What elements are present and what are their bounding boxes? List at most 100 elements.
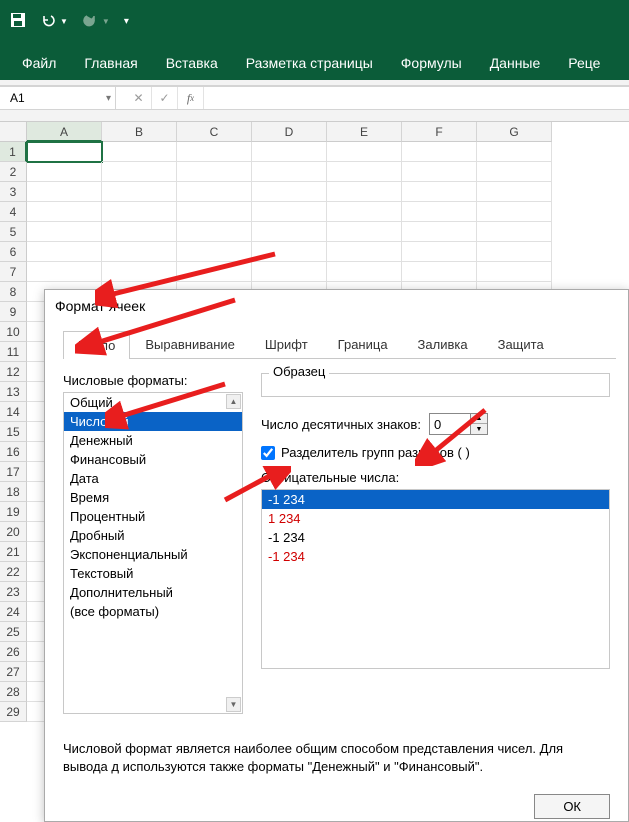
ribbon-tab-formulas[interactable]: Формулы — [387, 46, 476, 80]
row-header[interactable]: 16 — [0, 442, 27, 462]
ribbon-tab-home[interactable]: Главная — [70, 46, 151, 80]
scroll-down-icon[interactable]: ▼ — [226, 697, 241, 712]
negative-numbers-listbox[interactable]: -1 2341 234-1 234-1 234 — [261, 489, 610, 669]
cell[interactable] — [252, 162, 327, 182]
format-list-item[interactable]: Финансовый — [64, 450, 242, 469]
format-list-item[interactable]: Числовой — [64, 412, 242, 431]
row-header[interactable]: 2 — [0, 162, 27, 182]
cell[interactable] — [177, 182, 252, 202]
row-header[interactable]: 17 — [0, 462, 27, 482]
undo-dropdown-icon[interactable]: ▼ — [60, 17, 68, 26]
tab-border[interactable]: Граница — [323, 330, 403, 358]
negative-format-item[interactable]: -1 234 — [262, 490, 609, 509]
cell[interactable] — [327, 242, 402, 262]
cell[interactable] — [477, 142, 552, 162]
row-header[interactable]: 7 — [0, 262, 27, 282]
cell[interactable] — [27, 262, 102, 282]
row-header[interactable]: 8 — [0, 282, 27, 302]
row-header[interactable]: 10 — [0, 322, 27, 342]
qat-customize-icon[interactable]: ▾ — [124, 16, 129, 27]
cell[interactable] — [477, 202, 552, 222]
negative-format-item[interactable]: -1 234 — [262, 528, 609, 547]
column-header[interactable]: E — [327, 122, 402, 142]
column-header[interactable]: B — [102, 122, 177, 142]
cell[interactable] — [27, 242, 102, 262]
cell[interactable] — [477, 182, 552, 202]
cell[interactable] — [327, 142, 402, 162]
cell[interactable] — [327, 162, 402, 182]
cell[interactable] — [402, 242, 477, 262]
column-header[interactable]: A — [27, 122, 102, 142]
ribbon-tab-insert[interactable]: Вставка — [152, 46, 232, 80]
cell[interactable] — [402, 182, 477, 202]
row-header[interactable]: 4 — [0, 202, 27, 222]
row-header[interactable]: 19 — [0, 502, 27, 522]
cell[interactable] — [402, 142, 477, 162]
cell[interactable] — [402, 202, 477, 222]
format-list-item[interactable]: Текстовый — [64, 564, 242, 583]
cell[interactable] — [252, 142, 327, 162]
cell[interactable] — [477, 242, 552, 262]
row-header[interactable]: 25 — [0, 622, 27, 642]
cell[interactable] — [327, 182, 402, 202]
cell[interactable] — [252, 222, 327, 242]
cell[interactable] — [477, 162, 552, 182]
tab-font[interactable]: Шрифт — [250, 330, 323, 358]
format-list-item[interactable]: Процентный — [64, 507, 242, 526]
cell[interactable] — [402, 222, 477, 242]
format-list-item[interactable]: Дополнительный — [64, 583, 242, 602]
negative-format-item[interactable]: 1 234 — [262, 509, 609, 528]
cell[interactable] — [102, 202, 177, 222]
cell[interactable] — [327, 202, 402, 222]
format-list-item[interactable]: Время — [64, 488, 242, 507]
format-list-item[interactable]: Экспоненциальный — [64, 545, 242, 564]
format-list-item[interactable]: Денежный — [64, 431, 242, 450]
ribbon-tab-file[interactable]: Файл — [8, 46, 70, 80]
cell[interactable] — [252, 202, 327, 222]
ribbon-tab-page-layout[interactable]: Разметка страницы — [232, 46, 387, 80]
cell[interactable] — [477, 222, 552, 242]
ribbon-tab-review[interactable]: Реце — [554, 46, 614, 80]
row-header[interactable]: 15 — [0, 422, 27, 442]
thousands-separator-checkbox[interactable]: Разделитель групп разрядов ( ) — [261, 445, 610, 460]
row-header[interactable]: 3 — [0, 182, 27, 202]
row-header[interactable]: 14 — [0, 402, 27, 422]
cell[interactable] — [177, 142, 252, 162]
spinner-down-icon[interactable]: ▼ — [471, 424, 487, 434]
format-list-item[interactable]: (все форматы) — [64, 602, 242, 621]
cell[interactable] — [102, 222, 177, 242]
ok-button[interactable]: ОК — [534, 794, 610, 819]
undo-icon[interactable] — [40, 12, 56, 31]
select-all-corner[interactable] — [0, 122, 27, 142]
tab-alignment[interactable]: Выравнивание — [130, 330, 249, 358]
column-header[interactable]: D — [252, 122, 327, 142]
row-header[interactable]: 6 — [0, 242, 27, 262]
name-box-dropdown-icon[interactable]: ▾ — [106, 93, 111, 104]
cell[interactable] — [177, 222, 252, 242]
column-header[interactable]: F — [402, 122, 477, 142]
cell[interactable] — [402, 162, 477, 182]
cell[interactable] — [27, 182, 102, 202]
format-list-item[interactable]: Дата — [64, 469, 242, 488]
cell[interactable] — [102, 162, 177, 182]
row-header[interactable]: 24 — [0, 602, 27, 622]
cell[interactable] — [27, 202, 102, 222]
cell[interactable] — [102, 182, 177, 202]
cell[interactable] — [177, 202, 252, 222]
cell[interactable] — [177, 242, 252, 262]
name-box[interactable] — [4, 91, 84, 105]
insert-function-icon[interactable]: fx — [178, 87, 204, 109]
row-header[interactable]: 26 — [0, 642, 27, 662]
row-header[interactable]: 12 — [0, 362, 27, 382]
format-list-item[interactable]: Дробный — [64, 526, 242, 545]
decimal-places-input[interactable] — [430, 414, 470, 434]
column-header[interactable]: G — [477, 122, 552, 142]
spinner-up-icon[interactable]: ▲ — [471, 414, 487, 424]
save-icon[interactable] — [10, 12, 26, 31]
cell[interactable] — [252, 242, 327, 262]
row-header[interactable]: 29 — [0, 702, 27, 722]
cell[interactable] — [402, 262, 477, 282]
row-header[interactable]: 23 — [0, 582, 27, 602]
scroll-up-icon[interactable]: ▲ — [226, 394, 241, 409]
cell[interactable] — [252, 262, 327, 282]
